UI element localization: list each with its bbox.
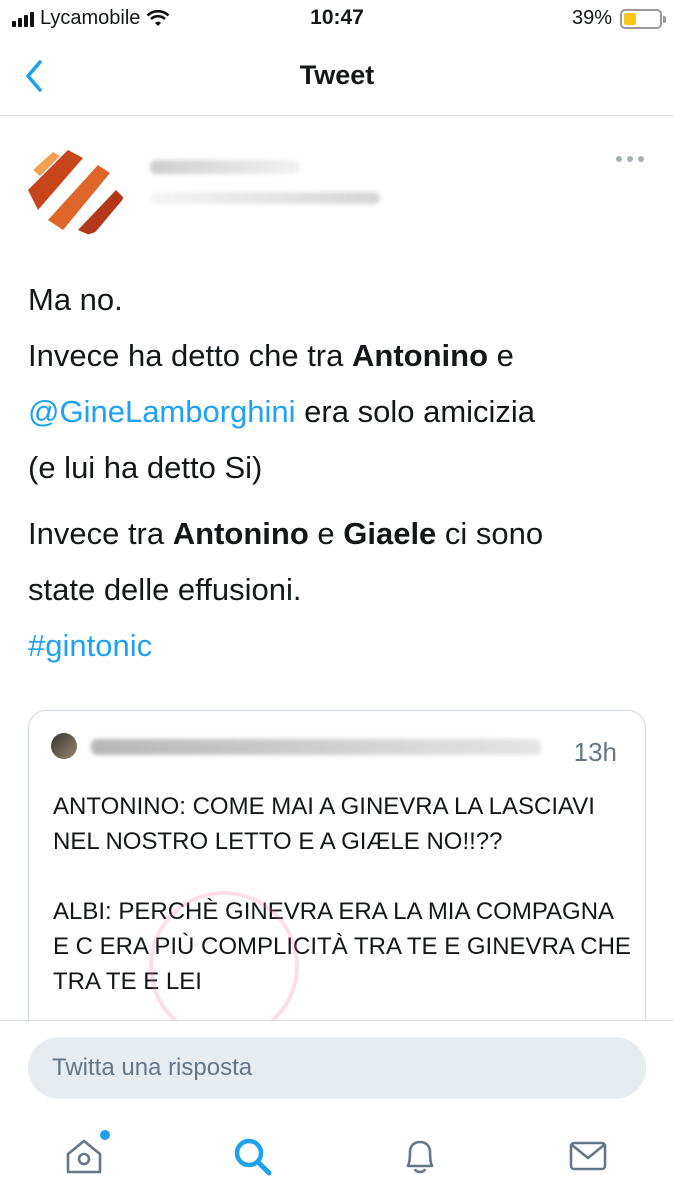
tweet-line: state delle effusioni. xyxy=(28,572,302,607)
mention-link[interactable]: @GineLamborghini xyxy=(28,394,296,429)
quoted-tweet-card[interactable]: 13h ANTONINO: COME MAI A GINEVRA LA LASC… xyxy=(28,710,646,1050)
tab-notifications[interactable] xyxy=(398,1134,446,1182)
tweet-line: Ma no. xyxy=(28,282,123,317)
page-title: Tweet xyxy=(299,60,375,90)
tweet-line: Invece tra Antonino e Giaele ci sono xyxy=(28,516,544,551)
tweet-screen: Lycamobile 10:47 39% Tweet Ma no. Invece… xyxy=(0,0,674,1200)
avatar-image xyxy=(28,140,124,236)
avatar[interactable] xyxy=(28,140,124,236)
search-icon xyxy=(234,1138,272,1176)
watermark-stamp xyxy=(149,891,299,1041)
author-handle-redacted xyxy=(150,192,380,204)
tab-messages[interactable] xyxy=(566,1134,614,1182)
navigation-bar: Tweet xyxy=(0,40,674,116)
reply-bar: Twitta una risposta xyxy=(0,1020,674,1116)
quoted-tweet-header: 13h xyxy=(29,711,645,773)
tab-search[interactable] xyxy=(230,1134,278,1182)
battery-percentage: 39% xyxy=(571,7,612,29)
quoted-author-redacted xyxy=(91,739,541,755)
quoted-tweet-text: ANTONINO: COME MAI A GINEVRA LA LASCIAVI… xyxy=(53,789,633,1034)
bell-icon xyxy=(406,1140,434,1174)
home-icon xyxy=(66,1139,102,1174)
tab-bar xyxy=(0,1116,674,1200)
author-name-redacted xyxy=(150,160,300,174)
status-bar: Lycamobile 10:47 39% xyxy=(0,0,674,40)
tweet-line: (e lui ha detto Si) xyxy=(28,450,263,485)
tweet-line: @GineLamborghini era solo amicizia xyxy=(28,394,536,429)
mail-icon xyxy=(569,1141,607,1171)
more-options-button[interactable] xyxy=(616,156,644,162)
tweet-text: Ma no. Invece ha detto che tra Antonino … xyxy=(28,272,658,680)
hashtag-link[interactable]: #gintonic xyxy=(28,628,152,663)
notification-dot xyxy=(100,1130,110,1140)
quoted-timestamp: 13h xyxy=(573,737,617,767)
quoted-paragraph: ALBI: PERCHÈ GINEVRA ERA LA MIA COMPAGNA… xyxy=(53,898,631,995)
tab-home[interactable] xyxy=(62,1130,110,1182)
quoted-paragraph: ANTONINO: COME MAI A GINEVRA LA LASCIAVI… xyxy=(53,793,595,855)
tweet-line: #gintonic xyxy=(28,618,658,674)
quoted-avatar xyxy=(51,733,77,759)
tweet-author-header xyxy=(0,130,674,236)
battery-icon xyxy=(620,8,666,29)
reply-input[interactable]: Twitta una risposta xyxy=(28,1037,646,1099)
tweet-line: Invece ha detto che tra Antonino e xyxy=(28,338,514,373)
